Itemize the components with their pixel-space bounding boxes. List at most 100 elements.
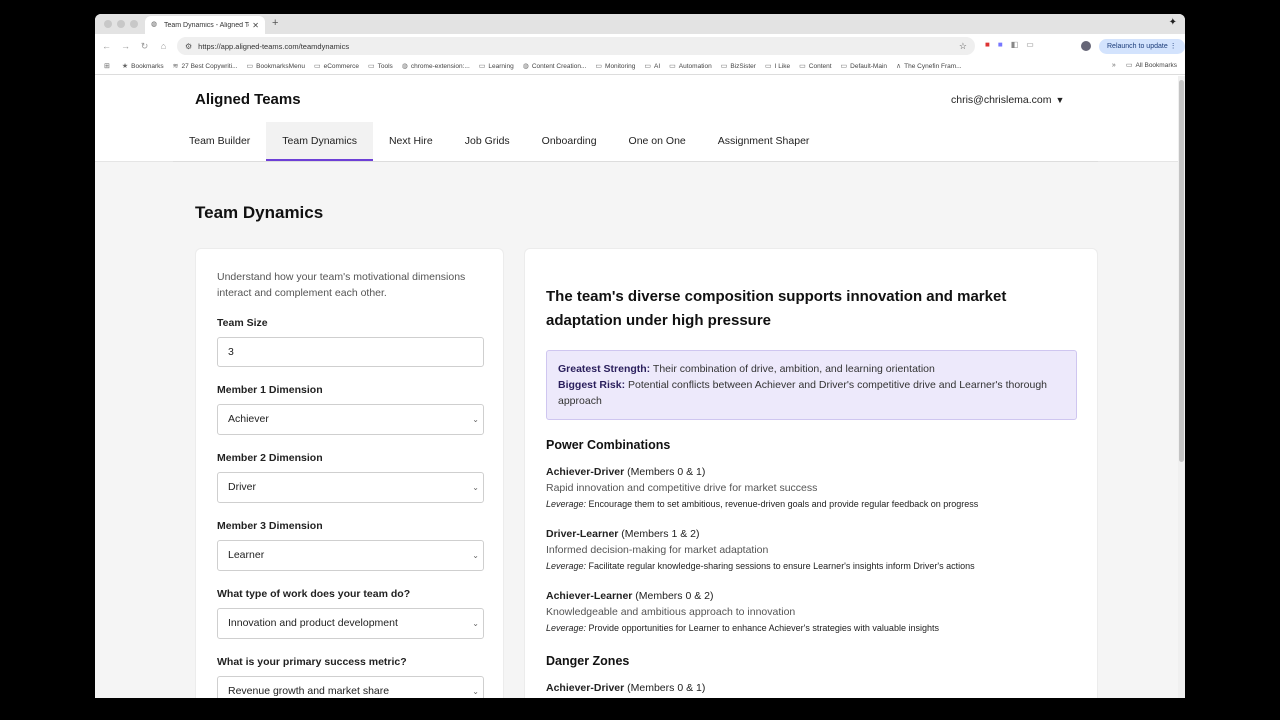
combo-members: (Members 1 & 2): [621, 528, 700, 540]
team-size-input[interactable]: 3: [217, 337, 484, 367]
bookmark-label: The Cynefin Fram...: [904, 62, 962, 70]
combo-members: (Members 0 & 2): [635, 590, 714, 602]
browser-tab[interactable]: ◍ Team Dynamics - Aligned Te... ✕: [145, 16, 265, 34]
metric-select[interactable]: Revenue growth and market share ⌄: [217, 676, 484, 698]
nav-job-grids[interactable]: Job Grids: [449, 122, 526, 161]
chevron-down-icon: ⌄: [472, 551, 479, 560]
bookmark-item[interactable]: ▭ Default-Main: [841, 62, 887, 71]
combo-item: Driver-Learner (Members 1 & 2) Informed …: [546, 526, 1076, 574]
member1-select[interactable]: Achiever ⌄: [217, 404, 484, 435]
form-intro: Understand how your team's motivational …: [217, 271, 466, 299]
forward-icon[interactable]: →: [116, 41, 135, 51]
close-window-button[interactable]: [104, 20, 112, 28]
profile-avatar[interactable]: [1081, 41, 1091, 51]
chevron-right-icon: »: [1111, 61, 1116, 69]
relaunch-button[interactable]: Relaunch to update ⋮: [1099, 39, 1185, 54]
extension-red-icon[interactable]: ■: [985, 40, 990, 49]
reload-icon[interactable]: ↻: [135, 41, 154, 52]
metric-value: Revenue growth and market share: [228, 685, 390, 697]
member1-value: Achiever: [228, 413, 269, 425]
strength-risk-callout: Greatest Strength: Their combination of …: [546, 350, 1077, 420]
close-icon[interactable]: ✕: [252, 21, 259, 30]
bookmark-item[interactable]: ▭ BizSister: [720, 62, 756, 71]
combo-item: Achiever-Driver (Members 0 & 1) Rapid in…: [546, 464, 1076, 512]
leverage-label: Leverage:: [546, 561, 587, 571]
user-menu[interactable]: chris@chrislema.com ▼: [951, 94, 1064, 106]
bookmark-item[interactable]: ◍ chrome-extension:...: [401, 62, 470, 71]
chevron-down-icon: ⌄: [472, 415, 479, 424]
all-bookmarks[interactable]: » ▭ All Bookmarks: [1111, 61, 1177, 70]
extension-purple-icon[interactable]: ■: [998, 40, 1003, 49]
bookmark-item[interactable]: ▭ AI: [644, 62, 661, 71]
combo-name: Driver-Learner: [546, 528, 619, 540]
tab-title: Team Dynamics - Aligned Te...: [164, 21, 250, 29]
member2-select[interactable]: Driver ⌄: [217, 472, 484, 503]
bookmark-label: I Like: [774, 62, 791, 70]
home-icon[interactable]: ⌂: [154, 41, 173, 51]
star-icon: ★: [121, 63, 129, 70]
folder-icon: ▭: [720, 63, 728, 70]
bookmark-item[interactable]: ★ Bookmarks: [121, 62, 164, 71]
bookmark-item[interactable]: ▭ Tools: [367, 62, 393, 71]
side-panel-icon[interactable]: ▭: [1026, 40, 1034, 49]
app-header: Aligned Teams chris@chrislema.com ▼ Team …: [95, 76, 1178, 162]
folder-icon: ▭: [246, 63, 254, 70]
all-bookmarks-label: All Bookmarks: [1135, 61, 1177, 69]
scrollbar-thumb[interactable]: [1179, 80, 1184, 462]
bookmark-item[interactable]: ▭ Monitoring: [595, 62, 636, 71]
bookmark-label: Bookmarks: [131, 62, 164, 70]
folder-icon: ▭: [367, 63, 375, 70]
folder-icon: ▭: [644, 63, 652, 70]
nav-next-hire[interactable]: Next Hire: [373, 122, 449, 161]
leverage-label: Leverage:: [546, 623, 587, 633]
power-combinations-heading: Power Combinations: [546, 438, 671, 452]
page-scrollbar[interactable]: [1178, 76, 1185, 698]
bookmark-item[interactable]: ◍ Content Creation...: [523, 62, 587, 71]
folder-icon: ▭: [669, 63, 676, 70]
bookmark-label: Monitoring: [605, 62, 636, 70]
bookmark-label: AI: [654, 62, 661, 70]
minimize-window-button[interactable]: [117, 20, 125, 28]
nav-team-builder[interactable]: Team Builder: [173, 122, 266, 161]
folder-icon: ▭: [764, 63, 772, 70]
bookmark-label: BizSister: [730, 62, 756, 70]
nav-onboarding[interactable]: Onboarding: [526, 122, 613, 161]
maximize-window-button[interactable]: [130, 20, 138, 28]
combo-desc: Informed decision-making for market adap…: [546, 544, 769, 556]
chevron-down-icon: ⌄: [472, 483, 479, 492]
sparkle-icon[interactable]: ✦: [1169, 17, 1177, 28]
bookmark-item[interactable]: ≋ 27 Best Copywriti...: [172, 62, 238, 71]
url-text[interactable]: https://app.aligned-teams.com/teamdynami…: [198, 42, 959, 51]
address-bar[interactable]: ⚙ https://app.aligned-teams.com/teamdyna…: [177, 37, 975, 55]
bookmark-item[interactable]: ▭ Automation: [669, 62, 712, 71]
globe-icon: ◍: [401, 63, 408, 70]
nav-team-dynamics[interactable]: Team Dynamics: [266, 122, 373, 161]
team-form: Understand how your team's motivational …: [195, 248, 504, 698]
folder-icon: ▭: [1125, 62, 1133, 69]
member3-select[interactable]: Learner ⌄: [217, 540, 484, 571]
strength-label: Greatest Strength:: [558, 363, 651, 375]
site-settings-icon[interactable]: ⚙: [185, 42, 192, 51]
user-email: chris@chrislema.com: [951, 94, 1052, 106]
bookmark-item[interactable]: ▭ eCommerce: [314, 62, 359, 71]
brand-logo[interactable]: Aligned Teams: [195, 91, 301, 108]
dynamics-result: The team's diverse composition supports …: [524, 248, 1098, 698]
nav-assignment-shaper[interactable]: Assignment Shaper: [702, 122, 826, 161]
bookmark-star-icon[interactable]: ☆: [959, 41, 967, 52]
layers-icon: ≋: [172, 63, 179, 70]
nav-one-on-one[interactable]: One on One: [613, 122, 702, 161]
back-icon[interactable]: ←: [97, 41, 116, 51]
bookmark-item[interactable]: ▭ Learning: [479, 62, 514, 71]
bookmark-item[interactable]: ▭ BookmarksMenu: [246, 62, 305, 71]
new-tab-button[interactable]: +: [272, 17, 278, 29]
work-type-label: What type of work does your team do?: [217, 588, 411, 600]
bookmark-item[interactable]: ▭ I Like: [764, 62, 791, 71]
globe-icon: ◍: [151, 21, 158, 28]
work-type-select[interactable]: Innovation and product development ⌄: [217, 608, 484, 639]
apps-icon[interactable]: ⊞: [104, 62, 113, 70]
extensions-puzzle-icon[interactable]: ◧: [1011, 40, 1019, 49]
bookmark-label: Content: [808, 62, 832, 70]
bookmark-item[interactable]: ∧ The Cynefin Fram...: [896, 62, 962, 71]
bookmark-item[interactable]: ▭ Content: [799, 62, 832, 71]
work-type-value: Innovation and product development: [228, 617, 398, 629]
